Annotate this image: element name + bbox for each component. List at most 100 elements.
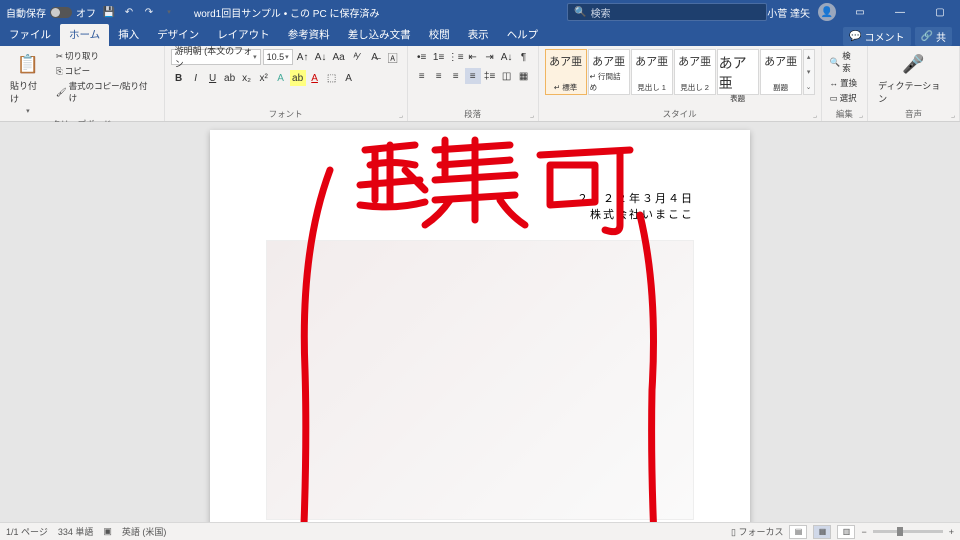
save-icon[interactable]: 💾 [102,5,116,19]
align-left-button[interactable]: ≡ [414,68,430,84]
maximize-button[interactable]: ▢ [924,0,956,24]
group-editing: 🔍検索 ↔置換 ▭選択 編集 [822,46,868,121]
select-icon: ▭ [830,93,838,104]
align-center-button[interactable]: ≡ [431,68,447,84]
style-title[interactable]: あア亜表題 [717,49,759,95]
char-shading-button[interactable]: A [341,70,357,86]
user-avatar-icon[interactable]: 👤 [818,3,836,21]
sort-button[interactable]: A↓ [499,49,515,65]
italic-button[interactable]: I [188,70,204,86]
share-button[interactable]: 🔗 共 [915,27,952,46]
group-font: 游明朝 (本文のフォン▾ 10.5▾ A↑ A↓ Aa ᴬ⁄ A̶ 🄰 B I … [165,46,408,121]
style-subtitle[interactable]: あア亜副題 [760,49,802,95]
decrease-indent-button[interactable]: ⇤ [465,49,481,65]
style-heading2[interactable]: あア亜見出し 2 [674,49,716,95]
select-button[interactable]: ▭選択 [828,91,861,105]
superscript-button[interactable]: x² [256,70,272,86]
styles-more-button[interactable]: ▴▾⌄ [803,49,815,95]
page-count[interactable]: 1/1 ページ [6,525,48,538]
shrink-font-button[interactable]: A↓ [313,49,329,65]
minimize-button[interactable]: — [884,0,916,24]
increase-indent-button[interactable]: ⇥ [482,49,498,65]
group-paragraph: •≡ 1≡ ⋮≡ ⇤ ⇥ A↓ ¶ ≡ ≡ ≡ ≡ ‡≡ ◫ ▦ [408,46,539,121]
document-canvas[interactable]: ２０２２年３月４日 株式会社いまここ [0,122,960,522]
bold-button[interactable]: B [171,70,187,86]
read-mode-button[interactable]: ▤ [789,525,807,539]
replace-button[interactable]: ↔置換 [828,76,861,90]
borders-button[interactable]: ▦ [516,68,532,84]
ribbon-options-icon[interactable]: ▭ [844,0,876,24]
search-input[interactable]: 🔍 検索 [567,3,767,21]
style-nospacing[interactable]: あア亜↵ 行間詰め [588,49,630,95]
zoom-slider[interactable] [873,530,943,533]
zoom-in-button[interactable]: + [949,527,954,537]
show-marks-button[interactable]: ¶ [516,49,532,65]
word-count[interactable]: 334 単語 [58,525,94,538]
tab-mailings[interactable]: 差し込み文書 [339,24,420,46]
search-icon: 🔍 [574,7,586,18]
tab-view[interactable]: 表示 [459,24,498,46]
tab-insert[interactable]: 挿入 [109,24,148,46]
font-color-button[interactable]: A [307,70,323,86]
bullets-button[interactable]: •≡ [414,49,430,65]
language-status[interactable]: 英語 (米国) [122,525,167,538]
line-spacing-button[interactable]: ‡≡ [482,68,498,84]
multilevel-button[interactable]: ⋮≡ [448,49,464,65]
clear-format-button[interactable]: A̶ [367,49,383,65]
font-name-select[interactable]: 游明朝 (本文のフォン▾ [171,49,261,65]
style-heading1[interactable]: あア亜見出し 1 [631,49,673,95]
paste-button[interactable]: 📋 貼り付け ▾ [6,49,50,117]
group-voice: 🎤 ディクテーション 音声 [868,46,960,121]
zoom-out-button[interactable]: − [861,527,866,537]
print-layout-button[interactable]: ▦ [813,525,831,539]
text-effects-button[interactable]: A [273,70,289,86]
cut-button[interactable]: ✂切り取り [54,49,158,63]
change-case-button[interactable]: Aa [331,49,347,65]
web-layout-button[interactable]: ▥ [837,525,855,539]
ribbon: 📋 貼り付け ▾ ✂切り取り ⎘コピー 🖌書式のコピー/貼り付け クリップボード… [0,46,960,122]
phonetic-guide-button[interactable]: ᴬ⁄ [349,49,365,65]
dictate-button[interactable]: 🎤 ディクテーション [874,49,953,107]
numbering-button[interactable]: 1≡ [431,49,447,65]
grow-font-button[interactable]: A↑ [295,49,311,65]
paste-icon: 📋 [15,51,41,77]
find-button[interactable]: 🔍検索 [828,49,861,75]
enclose-char-button[interactable]: 🄰 [385,49,401,65]
autosave-toggle[interactable]: 自動保存 オフ [6,5,96,20]
underline-button[interactable]: U [205,70,221,86]
format-painter-button[interactable]: 🖌書式のコピー/貼り付け [54,79,158,105]
tab-review[interactable]: 校閲 [420,24,459,46]
char-border-button[interactable]: ⬚ [324,70,340,86]
align-right-button[interactable]: ≡ [448,68,464,84]
doc-company[interactable]: 株式会社いまここ [266,206,694,222]
group-styles: あア亜↵ 標準 あア亜↵ 行間詰め あア亜見出し 1 あア亜見出し 2 あア亜表… [539,46,822,121]
style-normal[interactable]: あア亜↵ 標準 [545,49,587,95]
highlight-button[interactable]: ab [290,70,306,86]
page[interactable]: ２０２２年３月４日 株式会社いまここ [210,130,750,522]
qat-more-icon[interactable]: ▾ [162,5,176,19]
undo-icon[interactable]: ↶ [122,5,136,19]
mic-icon: 🎤 [901,51,927,77]
strike-button[interactable]: ab [222,70,238,86]
title-bar: 自動保存 オフ 💾 ↶ ↷ ▾ word1回目サンプル • この PC に保存済… [0,0,960,24]
spellcheck-icon[interactable]: ▣ [103,526,112,537]
copy-button[interactable]: ⎘コピー [54,64,158,78]
tab-file[interactable]: ファイル [0,24,60,46]
tab-layout[interactable]: レイアウト [208,24,279,46]
subscript-button[interactable]: x₂ [239,70,255,86]
group-label-styles: スタイル [545,107,815,120]
focus-mode-button[interactable]: ▯ フォーカス [731,525,783,538]
shading-button[interactable]: ◫ [499,68,515,84]
copy-icon: ⎘ [56,66,63,77]
justify-button[interactable]: ≡ [465,68,481,84]
tab-home[interactable]: ホーム [60,24,109,46]
tab-design[interactable]: デザイン [148,24,208,46]
autosave-switch-icon [50,7,72,18]
font-size-select[interactable]: 10.5▾ [263,49,293,65]
doc-date[interactable]: ２０２２年３月４日 [266,190,694,206]
comments-button[interactable]: 💬 コメント [843,27,910,46]
tab-references[interactable]: 参考資料 [279,24,339,46]
redo-icon[interactable]: ↷ [142,5,156,19]
replace-icon: ↔ [830,78,839,88]
tab-help[interactable]: ヘルプ [498,24,548,46]
